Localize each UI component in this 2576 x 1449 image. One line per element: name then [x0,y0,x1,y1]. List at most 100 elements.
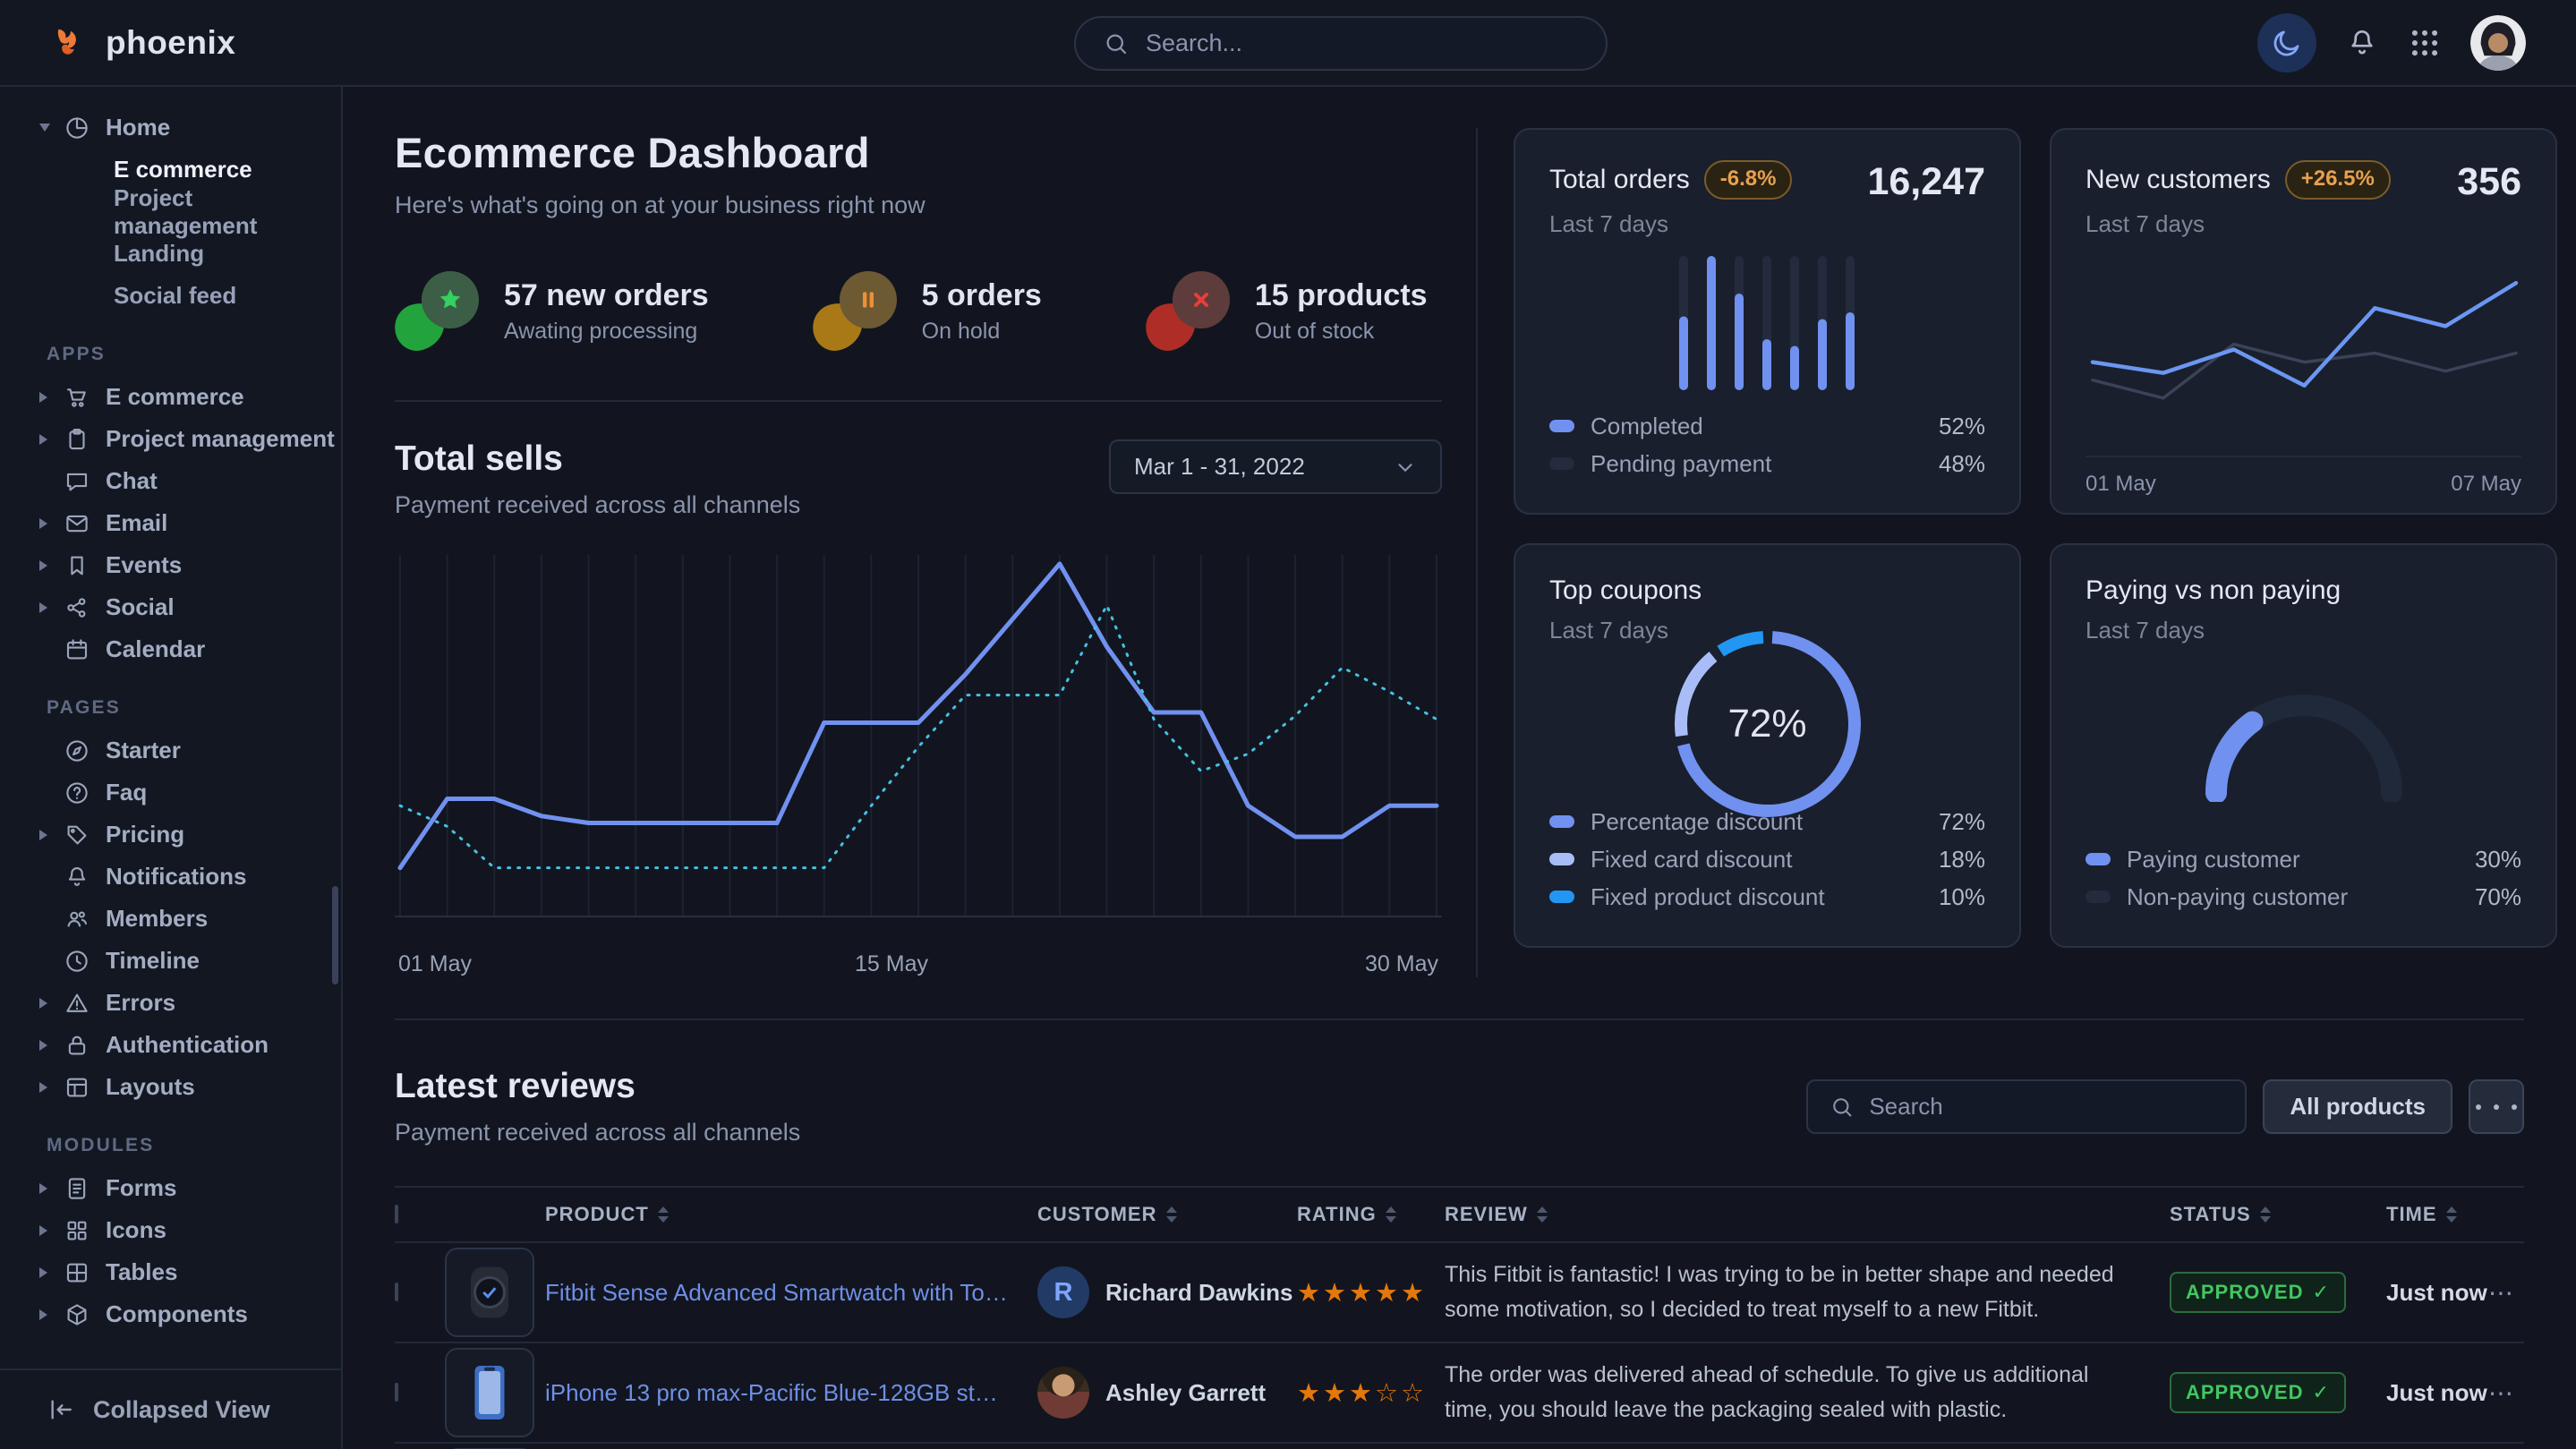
sidebar-item-icons[interactable]: Icons [0,1209,341,1251]
sidebar-item-authentication[interactable]: Authentication [0,1024,341,1066]
brand-logo[interactable]: phoenix [50,22,235,64]
legend-label: Non-paying customer [2127,883,2459,911]
legend-row: Pending payment48% [1549,445,1985,482]
stat-caption: Out of stock [1255,319,1428,345]
chevron-down-icon [1394,456,1417,479]
total-sells-subtitle: Payment received across all channels [395,491,800,519]
paying-vs-nonpaying-card: Paying vs non paying Last 7 days Paying … [2050,543,2557,948]
stat-value: 5 orders [922,278,1042,313]
caret-box [39,1225,63,1236]
column-header-rating[interactable]: RATING [1297,1203,1445,1226]
compass-icon [63,737,91,765]
sidebar-item-layouts[interactable]: Layouts [0,1066,341,1108]
app-root: phoenix [0,0,2576,1449]
card-period: Last 7 days [2086,210,2391,238]
sidebar-item-chat[interactable]: Chat [0,460,341,502]
sidebar-item-calendar[interactable]: Calendar [0,628,341,670]
product-link[interactable]: Fitbit Sense Advanced Smartwatch with To… [545,1279,1037,1307]
row-checkbox[interactable] [395,1283,398,1301]
sidebar-item-members[interactable]: Members [0,898,341,940]
sidebar-item-components[interactable]: Components [0,1293,341,1335]
date-range-select[interactable]: Mar 1 - 31, 2022 [1109,439,1442,494]
select-all-checkbox[interactable] [395,1205,398,1223]
sidebar-item-label: Notifications [106,863,246,891]
product-link[interactable]: iPhone 13 pro max-Pacific Blue-128GB sto… [545,1379,1037,1407]
review-time: Just now [2386,1279,2488,1307]
column-header-customer[interactable]: CUSTOMER [1037,1203,1297,1226]
sidebar-item-email[interactable]: Email [0,502,341,544]
navbar-search-input[interactable] [1146,30,1579,57]
column-header-status[interactable]: STATUS [2170,1203,2386,1226]
sidebar-item-faq[interactable]: Faq [0,771,341,814]
sidebar-item-tables[interactable]: Tables [0,1251,341,1293]
legend-row: Completed52% [1549,407,1985,445]
legend-swatch [1549,815,1574,828]
line-chart [395,550,1442,936]
sidebar-item-timeline[interactable]: Timeline [0,940,341,982]
row-more-button[interactable]: ⋯ [2488,1278,2524,1308]
caret-box [39,872,63,882]
chevron-icon [39,560,47,571]
notifications-button[interactable] [2345,26,2379,60]
navbar-actions [2257,13,2526,72]
reviews-search[interactable] [1806,1079,2247,1134]
reviews-toolbar: All products [1806,1079,2524,1134]
sidebar-item-social[interactable]: Social [0,586,341,628]
column-header-time[interactable]: TIME [2386,1203,2488,1226]
star-stat-icon [395,271,484,352]
sidebar-item-errors[interactable]: Errors [0,982,341,1024]
user-avatar[interactable] [2470,15,2526,71]
caret-box [39,998,63,1009]
question-icon [63,779,91,807]
legend-value: 72% [1939,808,1985,836]
product-thumbnail[interactable] [445,1248,534,1337]
reviews-subtitle: Payment received across all channels [395,1119,800,1146]
apps-grid-button[interactable] [2408,26,2442,60]
sidebar-item-forms[interactable]: Forms [0,1167,341,1209]
row-more-button[interactable]: ⋯ [2488,1378,2524,1408]
sidebar-item-notifications[interactable]: Notifications [0,856,341,898]
navbar-search[interactable] [1074,16,1608,71]
collapse-sidebar-button[interactable]: Collapsed View [0,1368,341,1449]
cart-icon [63,383,91,412]
sidebar-item-starter[interactable]: Starter [0,729,341,771]
more-options-button[interactable] [2469,1079,2524,1134]
legend-label: Paying customer [2127,846,2459,874]
latest-reviews-section: Latest reviews Payment received across a… [395,1020,2524,1449]
sidebar-subitem-social-feed[interactable]: Social feed [0,275,341,317]
sidebar-item-label: Authentication [106,1031,269,1059]
column-header-review[interactable]: REVIEW [1445,1203,2170,1226]
total-orders-card: Total orders -6.8% Last 7 days 16,247 Co… [1514,128,2021,515]
card-title: Total orders [1549,165,1690,195]
file-icon [63,1174,91,1203]
legend-swatch [1549,457,1574,470]
sidebar-item-pricing[interactable]: Pricing [0,814,341,856]
sidebar-subitem-project-management[interactable]: Project management [0,191,341,233]
caret-box [39,602,63,613]
product-thumbnail[interactable] [445,1348,534,1437]
chevron-icon [39,518,47,529]
pause-stat-icon [813,271,902,352]
legend-swatch [1549,853,1574,865]
reviews-search-input[interactable] [1869,1093,2223,1121]
sidebar-item-project-management[interactable]: Project management [0,418,341,460]
main-content: Ecommerce Dashboard Here's what's going … [343,87,2576,1449]
theme-toggle-button[interactable] [2257,13,2316,72]
all-products-button[interactable]: All products [2263,1079,2452,1134]
column-header-product[interactable]: PRODUCT [545,1203,1037,1226]
sidebar-item-e-commerce[interactable]: E commerce [0,376,341,418]
grid-icon [63,1216,91,1245]
sort-icon [2446,1206,2457,1223]
sort-icon [1537,1206,1548,1223]
sidebar-item-events[interactable]: Events [0,544,341,586]
stat-value: 57 new orders [504,278,709,313]
status-badge: APPROVED✓ [2170,1272,2346,1313]
sidebar-scrollbar[interactable] [332,886,338,984]
users-icon [63,905,91,933]
sidebar-item-home[interactable]: Home [0,107,341,149]
chevron-icon [39,1267,47,1278]
calendar-icon [63,635,91,664]
caret-box [39,1267,63,1278]
row-checkbox[interactable] [395,1383,398,1402]
legend-label: Fixed product discount [1591,883,1923,911]
